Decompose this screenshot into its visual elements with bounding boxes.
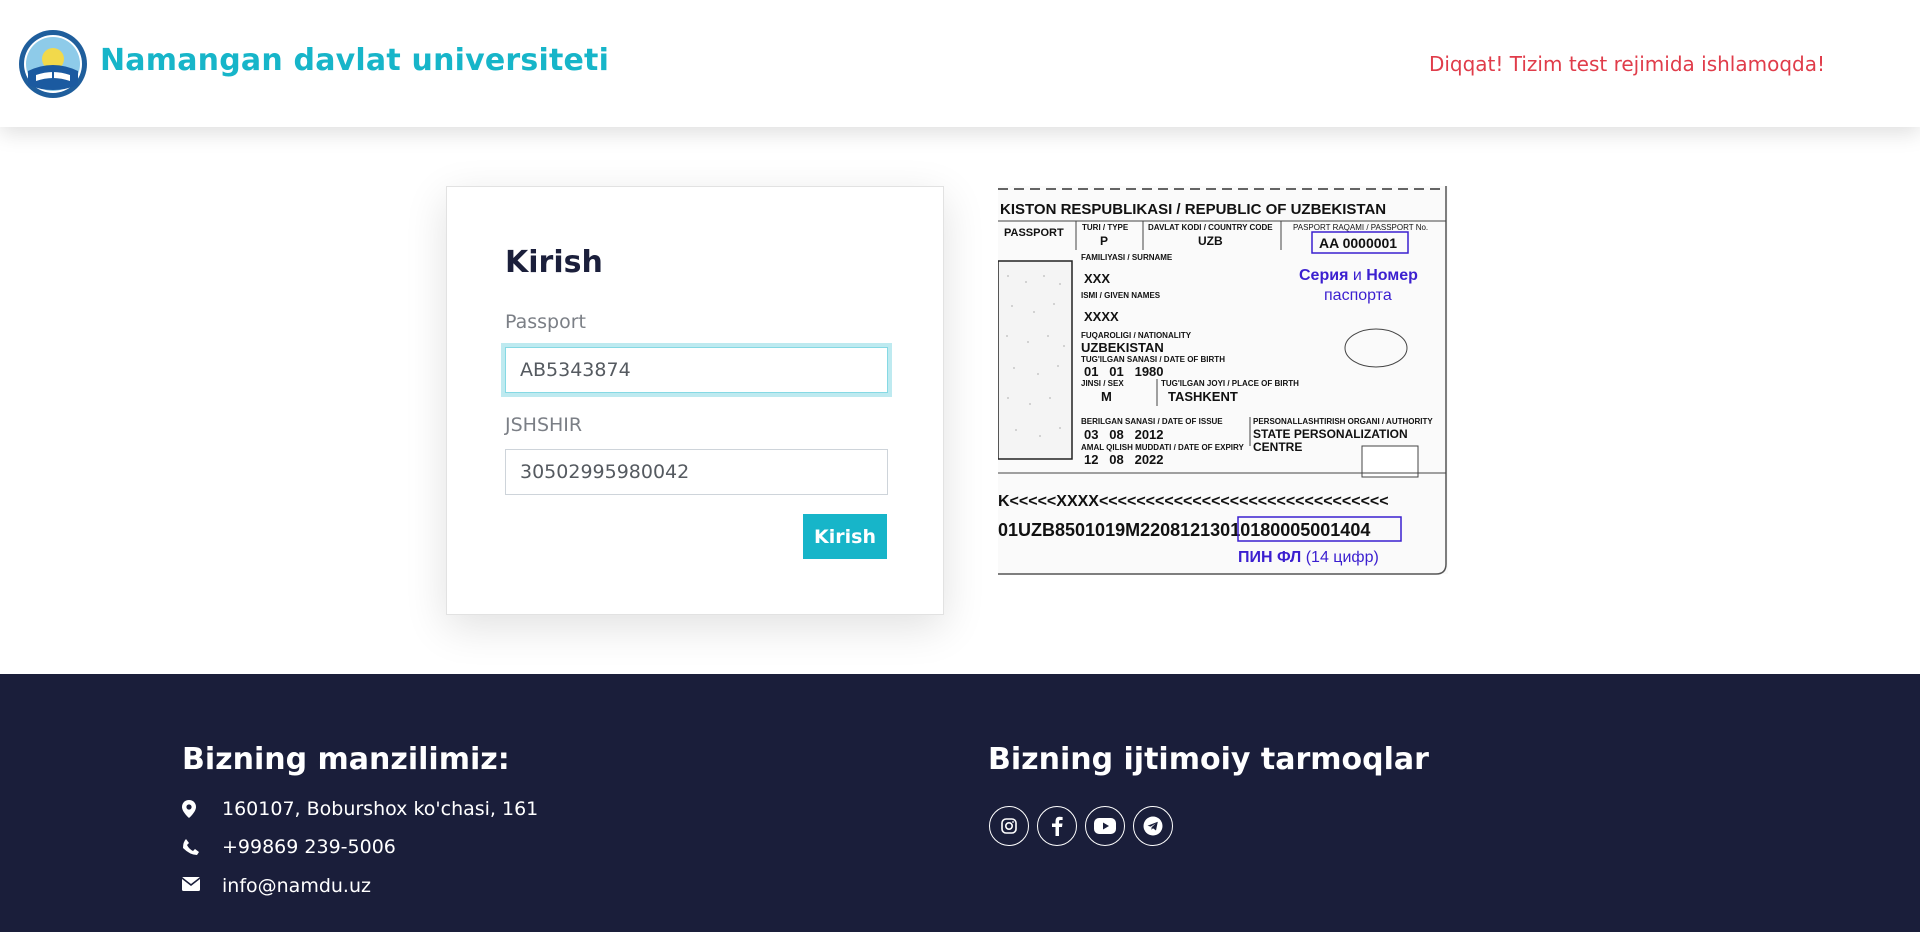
svg-text:ISMI / GIVEN NAMES: ISMI / GIVEN NAMES	[1081, 291, 1161, 300]
svg-text:FAMILIYASI / SURNAME: FAMILIYASI / SURNAME	[1081, 253, 1173, 262]
series-number-caption: Серия и Номер	[1299, 267, 1418, 284]
svg-text:AMAL QILISH MUDDATI / DATE OF: AMAL QILISH MUDDATI / DATE OF EXPIRY	[1081, 443, 1244, 452]
phone-icon	[182, 838, 200, 856]
login-card: Kirish Passport JSHSHIR Kirish	[446, 186, 944, 615]
jshshir-label: JSHSHIR	[505, 414, 583, 436]
youtube-icon[interactable]	[1085, 806, 1125, 846]
mrz-line-1: K<<<<<XXXX<<<<<<<<<<<<<<<<<<<<<<<<<<<<<<…	[998, 493, 1389, 510]
svg-text:TUG'ILGAN JOYI / PLACE OF BIRT: TUG'ILGAN JOYI / PLACE OF BIRTH	[1161, 379, 1299, 388]
svg-text:BERILGAN SANASI / DATE OF ISSU: BERILGAN SANASI / DATE OF ISSUE	[1081, 417, 1223, 426]
phone-text[interactable]: +99869 239-5006	[222, 836, 396, 858]
address-text: 160107, Boburshox ko'chasi, 161	[222, 798, 539, 820]
passport-sample-image: KISTON RESPUBLIKASI / REPUBLIC OF UZBEKI…	[998, 186, 1448, 575]
svg-text:STATE PERSONALIZATION: STATE PERSONALIZATION	[1253, 427, 1408, 441]
svg-text:PASPORT RAQAMI / PASSPORT No.: PASPORT RAQAMI / PASSPORT No.	[1293, 223, 1428, 232]
svg-text:12 08 2022: 12 08 2022	[1084, 452, 1164, 467]
login-title: Kirish	[505, 245, 603, 280]
svg-text:XXX: XXX	[1084, 271, 1110, 286]
svg-text:P: P	[1100, 234, 1108, 248]
passport-input[interactable]	[505, 347, 888, 393]
svg-text:DAVLAT KODI / COUNTRY CODE: DAVLAT KODI / COUNTRY CODE	[1148, 223, 1273, 232]
site-title[interactable]: Namangan davlat universiteti	[100, 43, 609, 78]
svg-text:PERSONALLASHTIRISH ORGANI / AU: PERSONALLASHTIRISH ORGANI / AUTHORITY	[1253, 417, 1433, 426]
mrz-line-2: 01UZB8501019M22081213010180005001404	[998, 520, 1370, 540]
svg-text:XXXX: XXXX	[1084, 309, 1119, 324]
instagram-icon[interactable]	[989, 806, 1029, 846]
svg-text:PASSPORT: PASSPORT	[1004, 227, 1064, 239]
login-button[interactable]: Kirish	[803, 514, 887, 559]
test-mode-notice: Diqqat! Tizim test rejimida ishlamoqda!	[1428, 52, 1825, 76]
header: Namangan davlat universiteti Diqqat! Tiz…	[0, 0, 1920, 127]
footer: Bizning manzilimiz: 160107, Boburshox ko…	[0, 674, 1920, 932]
svg-text:03 08 2012: 03 08 2012	[1084, 427, 1164, 442]
svg-text:FUQAROLIGI / NATIONALITY: FUQAROLIGI / NATIONALITY	[1081, 331, 1192, 340]
svg-text:UZBEKISTAN: UZBEKISTAN	[1081, 340, 1164, 355]
jshshir-input[interactable]	[505, 449, 888, 495]
address-heading: Bizning manzilimiz:	[182, 742, 510, 777]
envelope-icon	[182, 877, 200, 895]
svg-text:CENTRE: CENTRE	[1253, 440, 1302, 454]
passport-label: Passport	[505, 311, 586, 333]
svg-text:паспорта: паспорта	[1324, 287, 1392, 304]
svg-text:M: M	[1101, 389, 1112, 404]
social-heading: Bizning ijtimoiy tarmoqlar	[988, 742, 1429, 777]
svg-text:TUG'ILGAN SANASI / DATE OF BIR: TUG'ILGAN SANASI / DATE OF BIRTH	[1081, 355, 1225, 364]
svg-text:TASHKENT: TASHKENT	[1168, 389, 1238, 404]
svg-text:JINSI / SEX: JINSI / SEX	[1081, 379, 1124, 388]
svg-text:TURI / TYPE: TURI / TYPE	[1082, 223, 1129, 232]
email-text[interactable]: info@namdu.uz	[222, 875, 371, 897]
passport-header: KISTON RESPUBLIKASI / REPUBLIC OF UZBEKI…	[1000, 201, 1386, 218]
pin-caption: ПИН ФЛ (14 цифр)	[1238, 549, 1379, 566]
email-row: info@namdu.uz	[182, 875, 371, 897]
facebook-icon[interactable]	[1037, 806, 1077, 846]
university-logo[interactable]	[18, 29, 88, 99]
phone-row: +99869 239-5006	[182, 836, 396, 858]
map-marker-icon	[182, 800, 200, 818]
address-row: 160107, Boburshox ko'chasi, 161	[182, 798, 538, 820]
passport-number: AA 0000001	[1319, 235, 1397, 251]
svg-text:01 01 1980: 01 01 1980	[1084, 364, 1164, 379]
telegram-icon[interactable]	[1133, 806, 1173, 846]
svg-text:UZB: UZB	[1198, 234, 1223, 248]
